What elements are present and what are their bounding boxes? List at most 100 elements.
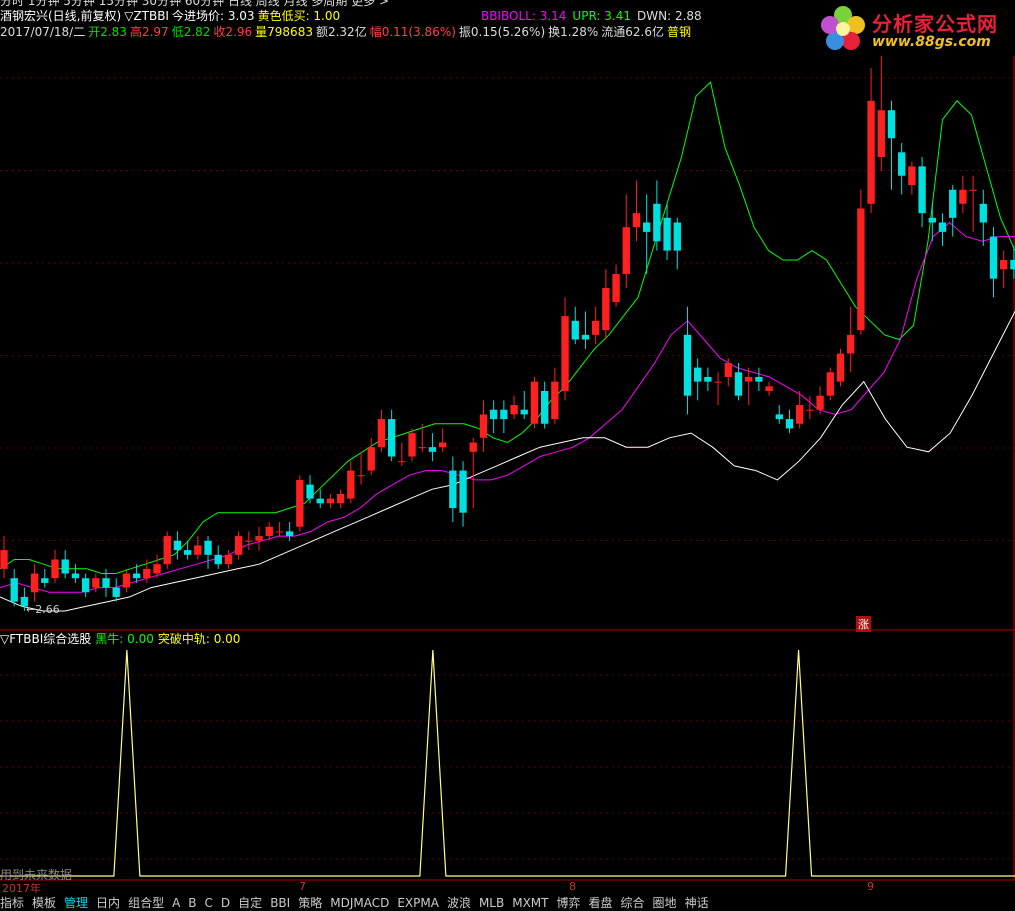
candle-body xyxy=(173,540,182,551)
indicator-tab[interactable]: D xyxy=(221,896,230,910)
candle-body xyxy=(806,409,814,411)
candlestick-series xyxy=(0,54,1015,611)
candle-body xyxy=(367,447,375,471)
lower-band-line xyxy=(0,311,1015,612)
indicator-tab[interactable]: 神话 xyxy=(685,896,709,910)
candle-body xyxy=(969,189,977,191)
quote-field-2: 高2.97 xyxy=(129,25,169,39)
candle-body xyxy=(30,573,39,593)
candle-body xyxy=(642,222,651,232)
indicator-tab[interactable]: 策略 xyxy=(298,896,322,910)
indicator-tab[interactable]: 管理 xyxy=(64,896,88,910)
period-toolbar-text[interactable]: 分时 1分钟 5分钟 15分钟 30分钟 60分钟 日线 周线 月线 多周期 更… xyxy=(0,0,389,8)
indicator-tab[interactable]: MLB xyxy=(479,896,504,910)
period-toolbar[interactable]: 分时 1分钟 5分钟 15分钟 30分钟 60分钟 日线 周线 月线 多周期 更… xyxy=(0,0,392,8)
candle-body xyxy=(816,395,824,410)
candle-body xyxy=(387,419,396,457)
candle-body xyxy=(551,381,559,420)
candle-body xyxy=(693,367,702,382)
candle-body xyxy=(163,536,171,565)
candle-body xyxy=(153,564,161,574)
candle-body xyxy=(500,409,508,420)
sub-chart-field-0: ▽FTBBI综合选股 xyxy=(0,632,92,646)
indicator-tab[interactable]: 波浪 xyxy=(447,896,471,910)
candle-body xyxy=(255,536,263,541)
quote-field-1: 开2.83 xyxy=(88,25,127,39)
quote-field-5: 量798683 xyxy=(255,25,313,39)
indicator-tab[interactable]: MDJMACD xyxy=(330,896,389,910)
indicator-tab[interactable]: 组合型 xyxy=(128,896,164,910)
candle-body xyxy=(724,362,732,377)
candle-body xyxy=(51,559,59,579)
indicator-tab[interactable]: 自定 xyxy=(238,896,262,910)
time-axis-label: 8 xyxy=(569,880,576,893)
candle-body xyxy=(714,381,722,383)
candle-body xyxy=(398,461,406,463)
quote-field-4: 收2.96 xyxy=(213,25,253,39)
indicator-tab[interactable]: 综合 xyxy=(621,896,645,910)
candle-body xyxy=(316,498,324,504)
low-price-marker: ←2.66 xyxy=(26,603,60,616)
candle-body xyxy=(581,334,590,340)
title-item-1: ▽ZTBBI xyxy=(124,9,169,23)
indicator-tab[interactable]: 指标 xyxy=(0,896,24,910)
candle-body xyxy=(530,381,539,424)
indicator-tab[interactable]: 日内 xyxy=(96,896,120,910)
candle-body xyxy=(765,386,773,391)
candle-body xyxy=(938,222,947,232)
candle-body xyxy=(632,213,641,228)
candle-body xyxy=(826,372,834,396)
indicator-tab[interactable]: B xyxy=(188,896,196,910)
candle-body xyxy=(408,433,416,457)
candle-body xyxy=(357,475,365,477)
logo-url-text: www.88gs.com xyxy=(872,34,991,50)
indicator-tab[interactable]: EXPMA xyxy=(397,896,439,910)
candle-body xyxy=(296,479,304,527)
candle-body xyxy=(510,405,518,415)
bbi-value-2: DWN: 2.88 xyxy=(637,9,702,23)
title-item-0: 酒钢宏兴(日线,前复权) xyxy=(0,9,122,23)
candle-body xyxy=(898,152,906,176)
indicator-tab[interactable]: C xyxy=(205,896,213,910)
indicator-tab[interactable]: A xyxy=(172,896,180,910)
quote-field-7: 幅0.11(3.86%) xyxy=(369,25,456,39)
candle-body xyxy=(785,419,794,429)
candle-body xyxy=(959,189,967,204)
candle-body xyxy=(683,334,692,396)
candle-body xyxy=(214,554,222,565)
candle-body xyxy=(775,414,783,420)
candle-body xyxy=(734,372,743,396)
indicator-tab[interactable]: BBI xyxy=(270,896,290,910)
candle-body xyxy=(918,166,926,214)
quote-info-row: 2017/07/18/二 开2.83 高2.97 低2.82 收2.96 量798683 额… xyxy=(0,25,694,39)
candle-body xyxy=(438,442,447,448)
indicator-tab[interactable]: 圈地 xyxy=(653,896,677,910)
candle-body xyxy=(245,540,253,542)
quote-field-6: 额2.32亿 xyxy=(315,25,367,39)
candle-body xyxy=(265,526,273,537)
candle-body xyxy=(326,498,335,504)
candle-body xyxy=(122,573,131,588)
candle-body xyxy=(745,376,753,382)
chart-canvas[interactable] xyxy=(0,0,1015,903)
candle-body xyxy=(81,578,90,593)
indicator-tab[interactable]: 模板 xyxy=(32,896,56,910)
signal-line xyxy=(0,649,1015,877)
quote-field-8: 振0.15(5.26%) xyxy=(458,25,546,39)
quote-field-0: 2017/07/18/二 xyxy=(0,25,86,39)
candle-body xyxy=(561,316,569,391)
indicator-tab[interactable]: 博弈 xyxy=(557,896,581,910)
candle-body xyxy=(1010,259,1015,270)
candle-body xyxy=(132,573,141,579)
candle-body xyxy=(469,442,477,452)
candle-body xyxy=(71,573,80,579)
candle-body xyxy=(857,208,865,331)
candle-body xyxy=(10,578,18,602)
candle-body xyxy=(92,578,100,588)
site-logo: 分析家公式网 www.88gs.com xyxy=(812,0,1015,56)
bbi-value-1: UPR: 3.41 xyxy=(572,9,631,23)
sub-chart-field-1: 黑牛: 0.00 xyxy=(95,632,154,646)
indicator-tab[interactable]: 看盘 xyxy=(589,896,613,910)
indicator-tab[interactable]: MXMT xyxy=(512,896,548,910)
candle-body xyxy=(234,536,243,555)
